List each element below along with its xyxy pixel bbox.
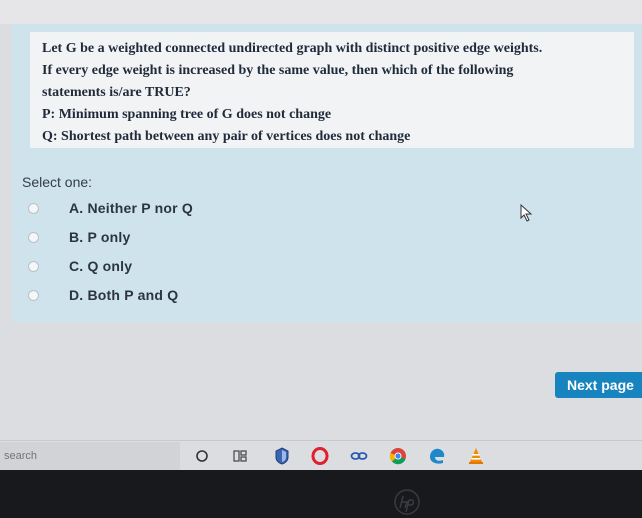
option-a-radio[interactable] — [28, 202, 39, 214]
taskbar-search-input[interactable] — [0, 442, 180, 470]
option-b[interactable]: B. P only — [28, 226, 268, 248]
question-line: statements is/are TRUE? — [42, 85, 191, 100]
option-a-label: A. Neither P nor Q — [69, 200, 193, 216]
option-c-radio[interactable] — [28, 260, 39, 272]
option-d[interactable]: D. Both P and Q — [28, 284, 268, 306]
laptop-bezel — [0, 470, 642, 518]
opera-icon[interactable] — [310, 446, 330, 466]
chrome-icon[interactable] — [388, 446, 408, 466]
question-line: Let G be a weighted connected undirected… — [42, 41, 543, 56]
vlc-icon[interactable] — [466, 446, 486, 466]
cortana-icon[interactable] — [192, 446, 212, 466]
quiz-card: Let G be a weighted connected undirected… — [12, 24, 642, 322]
link-icon[interactable] — [349, 446, 369, 466]
hp-logo-icon — [394, 489, 420, 515]
task-view-icon[interactable] — [230, 446, 250, 466]
option-c[interactable]: C. Q only — [28, 255, 268, 277]
option-c-label: C. Q only — [69, 258, 133, 274]
next-page-button[interactable]: Next page — [555, 372, 642, 398]
option-b-radio[interactable] — [28, 231, 39, 243]
edge-icon[interactable] — [427, 446, 447, 466]
select-one-label: Select one: — [22, 174, 93, 190]
statement-q: Q: Shortest path between any pair of ver… — [42, 129, 411, 144]
security-shield-icon[interactable] — [272, 446, 292, 466]
browser-top-strip — [0, 0, 642, 24]
mouse-cursor-icon — [520, 204, 533, 222]
option-a[interactable]: A. Neither P nor Q — [28, 197, 268, 219]
option-d-label: D. Both P and Q — [69, 287, 179, 303]
statement-p: P: Minimum spanning tree of G does not c… — [42, 107, 332, 122]
option-d-radio[interactable] — [28, 289, 39, 301]
question-line: If every edge weight is increased by the… — [42, 63, 514, 78]
question-text: Let G be a weighted connected undirected… — [30, 32, 634, 148]
option-b-label: B. P only — [69, 229, 131, 245]
